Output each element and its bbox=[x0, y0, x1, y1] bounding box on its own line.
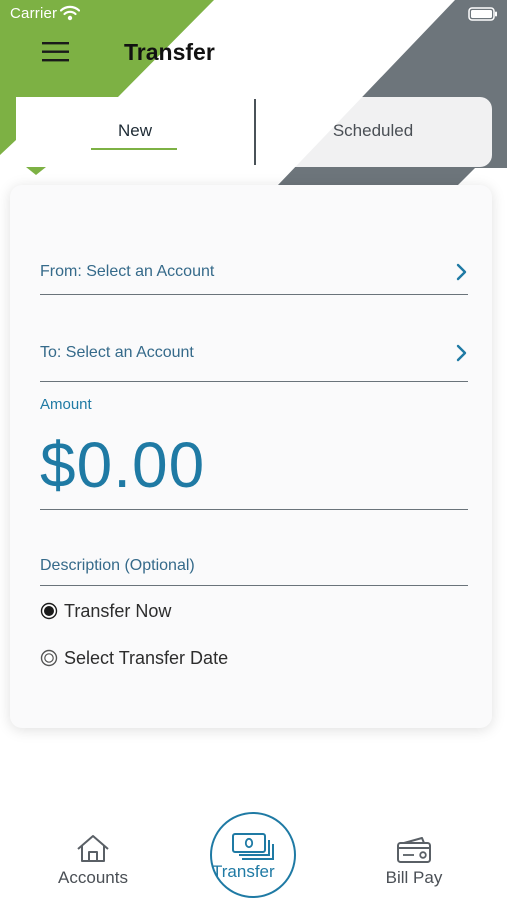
radio-unchecked-icon bbox=[40, 649, 58, 667]
nav-accounts-label: Accounts bbox=[58, 868, 128, 887]
chevron-right-icon bbox=[456, 344, 467, 362]
radio-transfer-now[interactable]: Transfer Now bbox=[40, 598, 171, 624]
to-account-label: To: Select an Account bbox=[40, 344, 194, 361]
money-icon bbox=[232, 833, 274, 860]
from-account-selector[interactable]: From: Select an Account bbox=[40, 261, 468, 295]
radio-select-transfer-date[interactable]: Select Transfer Date bbox=[40, 645, 228, 671]
wallet-icon bbox=[397, 837, 431, 863]
to-account-selector[interactable]: To: Select an Account bbox=[40, 342, 468, 382]
tab-scheduled-label: Scheduled bbox=[332, 121, 414, 140]
nav-transfer-label: Transfer bbox=[212, 862, 275, 881]
tab-new[interactable]: New bbox=[16, 97, 254, 167]
carrier-label: Carrier bbox=[10, 5, 58, 22]
green-banner-tip bbox=[26, 167, 46, 175]
amount-value: $0.00 bbox=[40, 429, 206, 501]
page-title: Transfer bbox=[124, 39, 215, 65]
transfer-tabs: New Scheduled bbox=[16, 97, 492, 167]
nav-accounts[interactable]: Accounts bbox=[43, 834, 143, 888]
home-icon bbox=[77, 835, 109, 862]
description-placeholder: Description (Optional) bbox=[40, 557, 195, 574]
radio-transfer-now-label: Transfer Now bbox=[64, 600, 172, 621]
amount-input[interactable]: $0.00 bbox=[40, 430, 468, 510]
radio-checked-icon bbox=[40, 602, 58, 620]
from-account-label: From: Select an Account bbox=[40, 263, 215, 280]
hamburger-menu-icon[interactable] bbox=[40, 40, 72, 64]
tab-active-indicator bbox=[91, 148, 177, 150]
tab-scheduled[interactable]: Scheduled bbox=[254, 97, 492, 167]
nav-transfer[interactable]: Transfer bbox=[210, 812, 296, 898]
nav-bill-pay-label: Bill Pay bbox=[385, 868, 443, 887]
wifi-icon bbox=[60, 5, 80, 21]
chevron-right-icon bbox=[456, 263, 467, 281]
description-input[interactable]: Description (Optional) bbox=[40, 555, 468, 586]
amount-label: Amount bbox=[40, 396, 92, 413]
nav-bill-pay[interactable]: Bill Pay bbox=[364, 836, 464, 888]
tab-new-label: New bbox=[117, 121, 152, 140]
status-bar: Carrier bbox=[0, 0, 507, 30]
battery-icon bbox=[468, 7, 497, 21]
radio-select-date-label: Select Transfer Date bbox=[64, 647, 229, 668]
bottom-navigation: Accounts Transfer Bill Pay bbox=[0, 800, 507, 900]
transfer-form-card: From: Select an Account To: Select an Ac… bbox=[10, 185, 492, 728]
